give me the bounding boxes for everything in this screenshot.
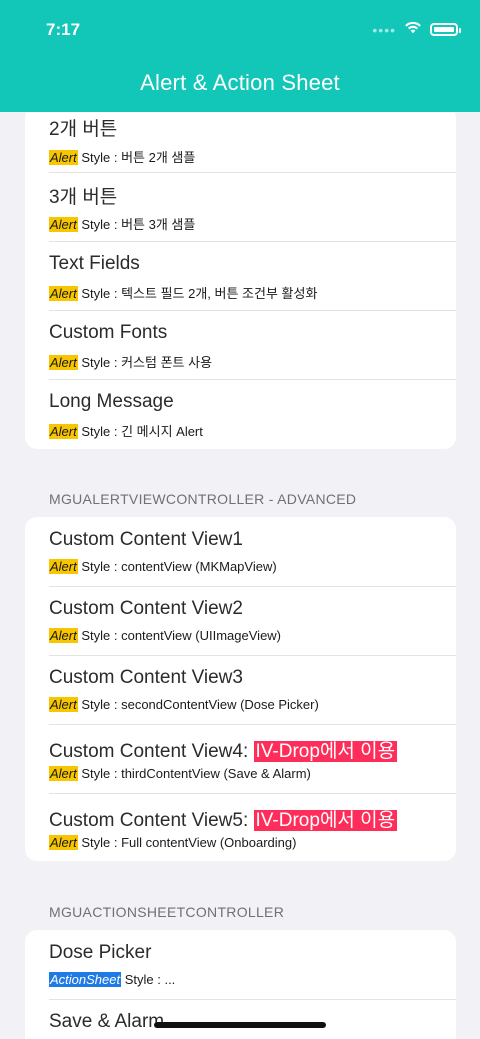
row-subtitle-text: Style : 커스텀 폰트 사용: [77, 355, 213, 370]
iv-drop-badge: IV-Drop에서 이용: [253, 741, 398, 762]
alert-tag: Alert: [49, 217, 78, 232]
section-header-advanced: MGUALERTVIEWCONTROLLER - ADVANCED: [49, 491, 357, 507]
row-subtitle-text: Style : contentView (MKMapView): [77, 559, 277, 574]
navigation-header: 7:17 •••• Alert & Action Sheet: [0, 0, 480, 112]
row-subtitle-text: Style : thirdContentView (Save & Alarm): [77, 766, 311, 781]
section-basic-card: 2개 버튼 Alert Style : 버튼 2개 샘플 3개 버튼 Alert…: [25, 106, 456, 449]
wifi-icon: [404, 20, 422, 39]
status-time: 7:17: [46, 20, 81, 39]
iv-drop-badge: IV-Drop에서 이용: [253, 810, 398, 831]
alert-tag: Alert: [49, 766, 78, 781]
battery-icon: [430, 23, 461, 36]
alert-tag: Alert: [49, 424, 78, 439]
alert-tag: Alert: [49, 286, 78, 301]
row-title: Dose Picker: [49, 942, 152, 963]
alert-tag: Alert: [49, 835, 78, 850]
list-item-custom-content-view1[interactable]: Custom Content View1 Alert Style : conte…: [25, 517, 456, 586]
list-item-custom-fonts[interactable]: Custom Fonts Alert Style : 커스텀 폰트 사용: [25, 310, 456, 379]
list-item-custom-content-view4[interactable]: Custom Content View4: IV-Drop에서 이용 Alert…: [25, 724, 456, 793]
row-title: Custom Content View3: [49, 667, 243, 688]
row-title: Custom Content View2: [49, 598, 243, 619]
list-item-text-fields[interactable]: Text Fields Alert Style : 텍스트 필드 2개, 버튼 …: [25, 241, 456, 310]
status-indicators: ••••: [372, 20, 461, 39]
row-subtitle: Alert Style : 버튼 2개 샘플: [49, 147, 195, 166]
row-subtitle-text: Style : secondContentView (Dose Picker): [77, 697, 319, 712]
row-title: 2개 버튼: [49, 119, 118, 140]
alert-tag: Alert: [49, 559, 78, 574]
section-advanced-card: Custom Content View1 Alert Style : conte…: [25, 517, 456, 861]
row-title: Custom Content View1: [49, 529, 243, 550]
list-item-dose-picker[interactable]: Dose Picker ActionSheet Style : ...: [25, 930, 456, 999]
row-subtitle-text: Style : 긴 메시지 Alert: [77, 424, 203, 439]
row-subtitle: Alert Style : 버튼 3개 샘플: [49, 214, 195, 233]
row-subtitle-text: Style : 버튼 2개 샘플: [77, 150, 196, 165]
row-subtitle: Alert Style : contentView (MKMapView): [49, 559, 277, 574]
row-subtitle: Alert Style : 긴 메시지 Alert: [49, 421, 203, 440]
actionsheet-tag: ActionSheet: [49, 972, 122, 987]
row-subtitle-text: Style : 버튼 3개 샘플: [77, 217, 196, 232]
row-title: Custom Fonts: [49, 322, 168, 343]
row-title: Text Fields: [49, 253, 140, 274]
row-subtitle-text: Style : contentView (UIImageView): [77, 628, 282, 643]
row-subtitle-text: Style : 텍스트 필드 2개, 버튼 조건부 활성화: [77, 286, 318, 301]
alert-tag: Alert: [49, 628, 78, 643]
row-subtitle: Alert Style : 커스텀 폰트 사용: [49, 352, 212, 371]
list-item-custom-content-view5[interactable]: Custom Content View5: IV-Drop에서 이용 Alert…: [25, 793, 456, 861]
row-title-text: Custom Content View5:: [49, 810, 254, 831]
list-item-custom-content-view2[interactable]: Custom Content View2 Alert Style : conte…: [25, 586, 456, 655]
home-indicator[interactable]: [154, 1022, 326, 1028]
row-title-text: Custom Content View4:: [49, 741, 254, 762]
list-item-two-buttons[interactable]: 2개 버튼 Alert Style : 버튼 2개 샘플: [25, 106, 456, 172]
page-title: Alert & Action Sheet: [140, 70, 340, 95]
list-item-three-buttons[interactable]: 3개 버튼 Alert Style : 버튼 3개 샘플: [25, 172, 456, 241]
list-item-save-alarm[interactable]: Save & Alarm: [25, 999, 456, 1039]
row-subtitle-text: Style : Full contentView (Onboarding): [77, 835, 297, 850]
row-title: Save & Alarm: [49, 1011, 165, 1032]
row-subtitle: ActionSheet Style : ...: [49, 972, 175, 987]
row-subtitle: Alert Style : secondContentView (Dose Pi…: [49, 697, 319, 712]
row-title: Custom Content View5: IV-Drop에서 이용: [49, 805, 398, 832]
list-item-long-message[interactable]: Long Message Alert Style : 긴 메시지 Alert: [25, 379, 456, 448]
section-header-actionsheet: MGUACTIONSHEETCONTROLLER: [49, 904, 285, 920]
row-title: Custom Content View4: IV-Drop에서 이용: [49, 736, 398, 763]
row-title: 3개 버튼: [49, 187, 118, 208]
signal-dots-icon: ••••: [372, 21, 396, 38]
alert-tag: Alert: [49, 697, 78, 712]
alert-tag: Alert: [49, 150, 78, 165]
list-item-custom-content-view3[interactable]: Custom Content View3 Alert Style : secon…: [25, 655, 456, 724]
row-subtitle: Alert Style : thirdContentView (Save & A…: [49, 766, 311, 781]
row-subtitle-text: Style : ...: [121, 972, 176, 987]
row-subtitle: Alert Style : 텍스트 필드 2개, 버튼 조건부 활성화: [49, 283, 317, 302]
row-subtitle: Alert Style : contentView (UIImageView): [49, 628, 281, 643]
alert-tag: Alert: [49, 355, 78, 370]
row-title: Long Message: [49, 391, 174, 412]
row-subtitle: Alert Style : Full contentView (Onboardi…: [49, 835, 296, 850]
